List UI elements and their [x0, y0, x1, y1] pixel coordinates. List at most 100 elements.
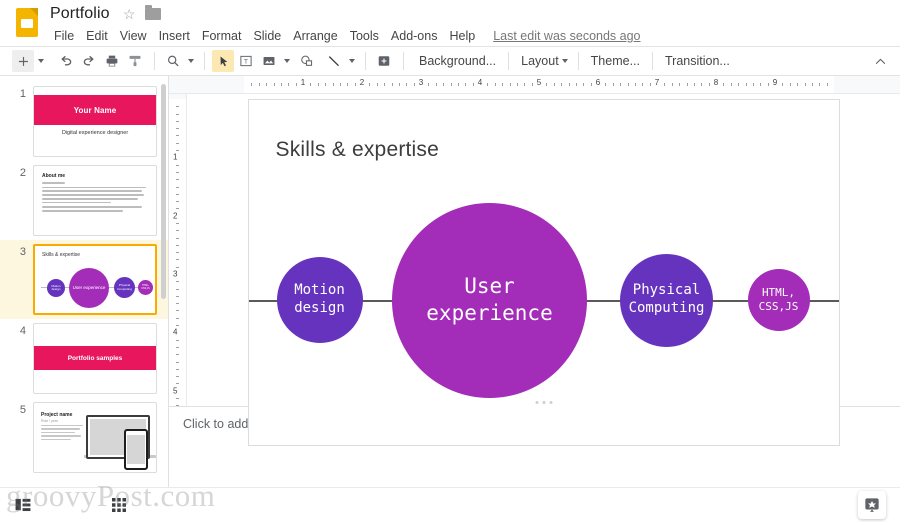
ruler-tick: [649, 83, 651, 86]
zoom-button[interactable]: [162, 50, 184, 72]
ruler-tick: [176, 171, 179, 173]
ruler-tick: [671, 83, 673, 86]
menu-item-file[interactable]: File: [48, 27, 80, 45]
collapse-toolbar-button[interactable]: [870, 51, 890, 71]
thumb5-body-lines: [41, 425, 83, 442]
ruler-tick: [176, 361, 179, 363]
slide-node-2[interactable]: User experience: [392, 202, 587, 398]
slide-thumbnail[interactable]: Portfolio samples: [33, 323, 157, 394]
vertical-ruler[interactable]: 1 2 3 4 5: [169, 94, 187, 406]
menu-item-edit[interactable]: Edit: [80, 27, 114, 45]
ruler-tick: [176, 266, 179, 268]
slide-filmstrip[interactable]: 1 Your Name Digital experience designer …: [0, 76, 169, 487]
redo-icon: [83, 56, 94, 66]
filmstrip-slide-3[interactable]: 3 Skills & expertise Motion design User …: [0, 240, 168, 319]
filmstrip-scrollbar[interactable]: [161, 84, 166, 299]
ruler-label: 4: [477, 78, 483, 87]
menu-item-arrange[interactable]: Arrange: [287, 27, 343, 45]
menu-bar: File Edit View Insert Format Slide Arran…: [48, 26, 641, 46]
slide-number: 5: [19, 404, 26, 416]
slide-canvas[interactable]: Skills & expertise Motion design User exper…: [247, 99, 840, 446]
background-button[interactable]: Background...: [411, 51, 504, 71]
grid-view-icon[interactable]: [108, 494, 130, 516]
transition-button[interactable]: Transition...: [657, 51, 738, 71]
ruler-tick: [406, 83, 408, 86]
ruler-tick: [472, 83, 474, 86]
ruler-tick: [317, 83, 319, 86]
slide-thumbnail[interactable]: Your Name Digital experience designer: [33, 86, 157, 157]
slide-node-4[interactable]: HTML, CSS,JS: [747, 269, 810, 331]
ruler-tick: [347, 83, 349, 86]
undo-button[interactable]: [55, 50, 77, 72]
layout-button[interactable]: Layout: [513, 51, 562, 71]
theme-button[interactable]: Theme...: [583, 51, 648, 71]
ruler-tick: [176, 237, 179, 239]
ruler-tick: [797, 83, 799, 86]
menu-item-insert[interactable]: Insert: [153, 27, 196, 45]
document-title[interactable]: Portfolio: [48, 5, 112, 23]
redo-button[interactable]: [78, 50, 100, 72]
title-bar: Portfolio ☆ File Edit View Insert Format…: [0, 0, 900, 46]
canvas-viewport[interactable]: Skills & expertise Motion design User exper…: [187, 94, 900, 446]
slide-thumbnail-active[interactable]: Skills & expertise Motion design User ex…: [33, 244, 157, 315]
ruler-tick: [310, 83, 312, 86]
menu-item-slide[interactable]: Slide: [247, 27, 287, 45]
insert-line-button[interactable]: [323, 50, 345, 72]
paint-format-icon: [129, 55, 141, 67]
filmstrip-slide-1[interactable]: 1 Your Name Digital experience designer: [0, 82, 168, 161]
ruler-tick: [176, 208, 179, 210]
new-slide-dropdown[interactable]: [35, 50, 47, 72]
ruler-tick: [701, 83, 703, 86]
ruler-tick: [516, 83, 518, 86]
menu-item-format[interactable]: Format: [196, 27, 248, 45]
folder-icon[interactable]: [144, 5, 161, 20]
chevron-down-icon: [284, 59, 290, 63]
ruler-tick: [176, 368, 179, 370]
explore-button[interactable]: [858, 491, 886, 519]
new-slide-button[interactable]: [12, 50, 34, 72]
ruler-tick: [583, 83, 585, 86]
select-tool-button[interactable]: [212, 50, 234, 72]
textbox-tool-button[interactable]: T: [235, 50, 257, 72]
menu-item-view[interactable]: View: [114, 27, 153, 45]
slide-node-3[interactable]: Physical Computing: [620, 253, 713, 347]
insert-image-button[interactable]: [258, 50, 280, 72]
thumb3-title: Skills & expertise: [42, 252, 81, 258]
slide-node-1[interactable]: Motion design: [276, 257, 363, 343]
ruler-tick: [176, 339, 179, 341]
paint-format-button[interactable]: [124, 50, 146, 72]
insert-image-dropdown[interactable]: [281, 50, 293, 72]
filmstrip-slide-2[interactable]: 2 About me: [0, 161, 168, 240]
insert-line-dropdown[interactable]: [346, 50, 358, 72]
slide-thumbnail[interactable]: About me: [33, 165, 157, 236]
thumb3-node-ux: User experience: [69, 268, 109, 308]
print-button[interactable]: [101, 50, 123, 72]
chevron-down-icon: [561, 59, 568, 63]
menu-item-help[interactable]: Help: [443, 27, 481, 45]
filmstrip-view-icon[interactable]: [12, 494, 34, 516]
slide-thumbnail[interactable]: Project name Role / year: [33, 402, 157, 473]
last-edit-link[interactable]: Last edit was seconds ago: [493, 29, 640, 43]
ruler-tick: [693, 83, 695, 86]
ruler-tick: [176, 252, 179, 254]
cursor-select-icon: [220, 55, 227, 66]
horizontal-ruler[interactable]: 1 2 3 4 5 6 7 8 9: [169, 76, 900, 94]
menu-item-tools[interactable]: Tools: [344, 27, 385, 45]
zoom-dropdown[interactable]: [185, 50, 197, 72]
thumb1-subtitle: Digital experience designer: [61, 130, 129, 136]
slide-title[interactable]: Skills & expertise: [276, 138, 440, 162]
thumb5-title: Project name: [41, 412, 73, 418]
chevron-down-icon: [188, 59, 194, 63]
thumb1-band: Your Name: [34, 95, 156, 125]
ruler-tick: [413, 83, 415, 86]
filmstrip-slide-5[interactable]: 5 Project name Role / year: [0, 398, 168, 477]
svg-text:T: T: [244, 58, 248, 65]
star-icon[interactable]: ☆: [122, 6, 137, 22]
ruler-tick: [502, 83, 504, 86]
ruler-tick: [398, 83, 400, 86]
ruler-tick: [354, 83, 356, 86]
add-comment-button[interactable]: [373, 50, 395, 72]
menu-item-addons[interactable]: Add-ons: [385, 27, 444, 45]
filmstrip-slide-4[interactable]: 4 Portfolio samples: [0, 319, 168, 398]
insert-shape-button[interactable]: [296, 50, 318, 72]
